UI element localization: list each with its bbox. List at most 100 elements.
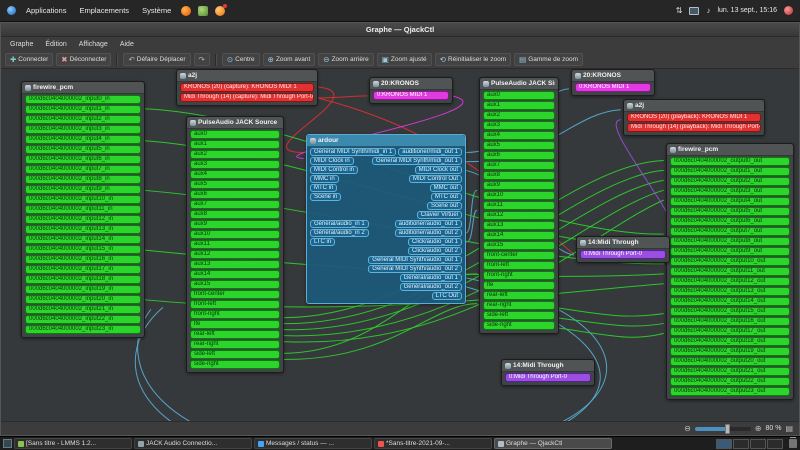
port[interactable]: aux15 [483,241,555,250]
port[interactable]: 000d6c0404000002_input16_in [25,255,141,264]
port[interactable]: MTC in [310,184,337,192]
port[interactable]: rear-left [190,330,280,339]
port[interactable]: Click/audio_out 2 [408,247,462,255]
port[interactable]: Général/audio_in 1 [310,220,369,228]
node-header[interactable]: 20:KRONOS [370,78,452,90]
port[interactable]: 000d6c0404000002_output1_out [670,167,790,176]
zoom-menu-icon[interactable]: ▤ [785,425,793,433]
menu-e-dition[interactable]: Édition [40,40,71,49]
graph-node-a2j-capture[interactable]: a2jKRONOS (20) (capture): KRONOS MIDI 1M… [176,69,318,106]
port[interactable]: auditioner/audio_out 1 [395,220,462,228]
port[interactable]: Scene out [427,202,462,210]
port[interactable]: aux15 [190,280,280,289]
port[interactable]: 000d6c0404000002_input14_in [25,235,141,244]
port[interactable]: Midi Through (14) (capture): Midi Throug… [180,93,314,102]
taskbar-item[interactable]: Messages / status — ... [254,438,372,449]
port[interactable]: aux13 [190,260,280,269]
node-header[interactable]: firewire_pcm [667,144,793,156]
port[interactable]: 000d6c0404000002_input9_in [25,185,141,194]
node-header[interactable]: PulseAudio JACK Source [187,117,283,129]
port[interactable]: 0:KRONOS MIDI 1 [373,91,449,100]
toolbar-button-zoom-fit[interactable]: ▣Zoom ajusté [377,53,432,66]
node-header[interactable]: a2j [624,100,764,112]
graph-node-kronos-playback[interactable]: 20:KRONOS0:KRONOS MIDI 1 [571,69,655,96]
port[interactable]: 000d6c0404000002_output19_out [670,347,790,356]
port[interactable]: aux8 [190,210,280,219]
port[interactable]: aux1 [190,140,280,149]
port[interactable]: Scene in [310,193,341,201]
audacity-launcher-icon[interactable] [215,6,225,16]
port[interactable]: 000d6c0404000002_input22_in [25,315,141,324]
port[interactable]: 000d6c0404000002_output4_out [670,197,790,206]
port[interactable]: aux4 [483,131,555,140]
port[interactable]: 000d6c0404000002_output14_out [670,297,790,306]
port[interactable]: MMC in [310,175,339,183]
port[interactable]: 000d6c0404000002_input4_in [25,135,141,144]
port[interactable]: side-left [190,350,280,359]
clock[interactable]: lun. 13 sept., 15:16 [717,7,777,14]
lmms-launcher-icon[interactable] [198,6,208,16]
workspace-1[interactable] [716,439,732,449]
menu-graphe[interactable]: Graphe [5,40,38,49]
port[interactable]: rear-right [190,340,280,349]
port[interactable]: 000d6c0404000002_input11_in [25,205,141,214]
port[interactable]: front-left [190,300,280,309]
port[interactable]: 0:Midi Through Port-0 [580,250,666,259]
toolbar-button-zoom-reset[interactable]: ⟲Réinitialiser le zoom [435,53,511,66]
port[interactable]: MTC out [431,193,462,201]
show-desktop-icon[interactable] [3,439,12,448]
toolbar-button-connect[interactable]: ✚Connecter [5,53,53,66]
port[interactable]: 000d6c0404000002_output8_out [670,237,790,246]
port[interactable]: 000d6c0404000002_output10_out [670,257,790,266]
port[interactable]: aux8 [483,171,555,180]
port[interactable]: aux6 [483,151,555,160]
port[interactable]: aux13 [483,221,555,230]
port[interactable]: General MIDI Synth/audio_out 2 [368,265,462,273]
port[interactable]: 000d6c0404000002_input6_in [25,155,141,164]
toolbar-button-zoom-out[interactable]: ⊖Zoom arrière [318,53,374,66]
node-header[interactable]: ardour [307,135,465,147]
port[interactable]: MIDI Control in [310,166,358,174]
port[interactable]: General MIDI Synth/midi_out 1 [372,157,462,165]
port[interactable]: 000d6c0404000002_input1_in [25,105,141,114]
graph-node-firewire-playback[interactable]: firewire_pcm000d6c0404000002_output0_out… [666,143,794,400]
port[interactable]: 000d6c0404000002_input18_in [25,275,141,284]
port[interactable]: side-right [483,321,555,330]
port[interactable]: aux12 [483,211,555,220]
toolbar-button-disconnect[interactable]: ✖Déconnecter [56,53,111,66]
port[interactable]: aux0 [483,91,555,100]
port[interactable]: aux5 [190,180,280,189]
port[interactable]: 000d6c0404000002_output20_out [670,357,790,366]
volume-icon[interactable]: ♪ [706,6,710,16]
port[interactable]: 000d6c0404000002_output15_out [670,307,790,316]
port[interactable]: side-left [483,311,555,320]
port[interactable]: 000d6c0404000002_input12_in [25,215,141,224]
port[interactable]: 000d6c0404000002_output12_out [670,277,790,286]
port[interactable]: front-right [483,271,555,280]
port[interactable]: aux2 [190,150,280,159]
port[interactable]: aux14 [483,231,555,240]
port[interactable]: Clavier Virtuel [417,211,462,219]
port[interactable]: 000d6c0404000002_input7_in [25,165,141,174]
graph-node-kronos-capture[interactable]: 20:KRONOS0:KRONOS MIDI 1 [369,77,453,104]
port[interactable]: 000d6c0404000002_output0_out [670,157,790,166]
port[interactable]: 000d6c0404000002_output16_out [670,317,790,326]
taskbar-item[interactable]: [Sans titre - LMMS 1.2... [14,438,132,449]
port[interactable]: aux1 [483,101,555,110]
zoom-in-icon[interactable]: ⊕ [755,425,762,433]
zoom-out-icon[interactable]: ⊖ [684,425,691,433]
port[interactable]: 000d6c0404000002_input8_in [25,175,141,184]
port[interactable]: 000d6c0404000002_input15_in [25,245,141,254]
port[interactable]: 000d6c0404000002_input21_in [25,305,141,314]
zoom-slider[interactable] [695,427,751,431]
trash-icon[interactable] [789,439,797,448]
port[interactable]: 000d6c0404000002_input20_in [25,295,141,304]
port[interactable]: 000d6c0404000002_input3_in [25,125,141,134]
port[interactable]: 000d6c0404000002_output9_out [670,247,790,256]
toolbar-button-zoom-range[interactable]: ▤Gamme de zoom [514,53,583,66]
menu-affichage[interactable]: Affichage [74,40,113,49]
port[interactable]: 000d6c0404000002_output6_out [670,217,790,226]
port[interactable]: General MIDI Synth/audio_out 1 [368,256,462,264]
port[interactable]: aux9 [190,220,280,229]
port[interactable]: Click/audio_out 1 [408,238,462,246]
